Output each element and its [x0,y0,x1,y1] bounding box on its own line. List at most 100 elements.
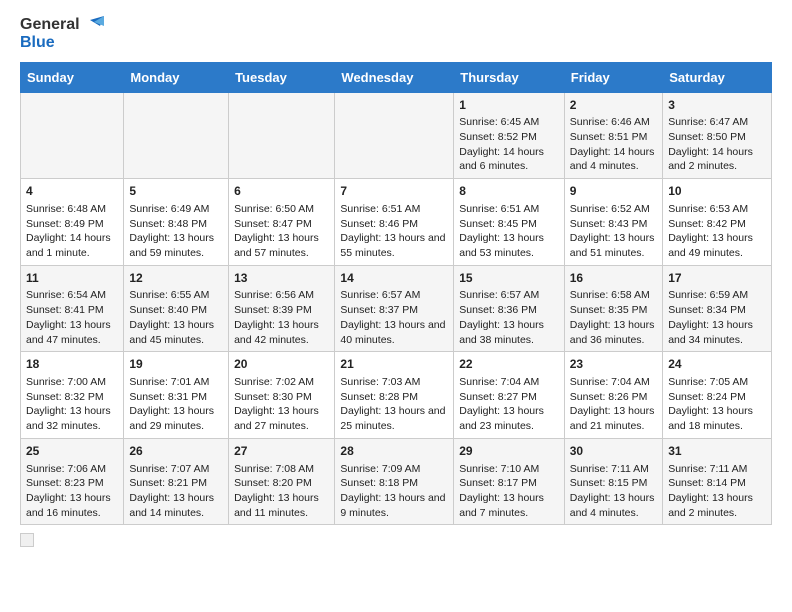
header-row: SundayMondayTuesdayWednesdayThursdayFrid… [21,62,772,92]
day-info: Daylight: 13 hours and 53 minutes. [459,231,559,260]
day-cell: 26Sunrise: 7:07 AMSunset: 8:21 PMDayligh… [124,438,229,525]
day-info: Sunrise: 6:51 AM [459,202,559,217]
day-cell: 10Sunrise: 6:53 AMSunset: 8:42 PMDayligh… [663,179,772,266]
day-cell: 17Sunrise: 6:59 AMSunset: 8:34 PMDayligh… [663,265,772,352]
day-info: Sunset: 8:51 PM [570,130,657,145]
day-info: Sunrise: 7:07 AM [129,462,223,477]
day-info: Sunrise: 7:01 AM [129,375,223,390]
day-info: Daylight: 13 hours and 57 minutes. [234,231,329,260]
day-info: Sunset: 8:20 PM [234,476,329,491]
logo-blue: Blue [20,34,104,52]
day-info: Sunset: 8:26 PM [570,390,657,405]
day-info: Sunrise: 6:57 AM [459,288,559,303]
day-info: Sunset: 8:32 PM [26,390,118,405]
day-cell: 24Sunrise: 7:05 AMSunset: 8:24 PMDayligh… [663,352,772,439]
day-number: 27 [234,443,329,460]
day-info: Daylight: 13 hours and 27 minutes. [234,404,329,433]
day-number: 2 [570,97,657,114]
logo-general: General [20,16,80,34]
legend-box [20,533,34,547]
day-cell: 29Sunrise: 7:10 AMSunset: 8:17 PMDayligh… [454,438,565,525]
day-cell [124,92,229,179]
day-info: Daylight: 14 hours and 4 minutes. [570,145,657,174]
day-cell: 25Sunrise: 7:06 AMSunset: 8:23 PMDayligh… [21,438,124,525]
day-number: 21 [340,356,448,373]
day-info: Daylight: 13 hours and 45 minutes. [129,318,223,347]
day-number: 10 [668,183,766,200]
day-info: Daylight: 13 hours and 36 minutes. [570,318,657,347]
day-info: Daylight: 14 hours and 2 minutes. [668,145,766,174]
day-cell [21,92,124,179]
day-cell: 11Sunrise: 6:54 AMSunset: 8:41 PMDayligh… [21,265,124,352]
day-info: Daylight: 14 hours and 6 minutes. [459,145,559,174]
header-cell-thursday: Thursday [454,62,565,92]
day-info: Sunset: 8:47 PM [234,217,329,232]
day-number: 5 [129,183,223,200]
day-info: Sunset: 8:15 PM [570,476,657,491]
day-info: Daylight: 13 hours and 49 minutes. [668,231,766,260]
day-number: 31 [668,443,766,460]
calendar-header: SundayMondayTuesdayWednesdayThursdayFrid… [21,62,772,92]
day-number: 28 [340,443,448,460]
day-info: Daylight: 13 hours and 29 minutes. [129,404,223,433]
day-info: Sunrise: 7:06 AM [26,462,118,477]
header-cell-sunday: Sunday [21,62,124,92]
day-info: Sunset: 8:48 PM [129,217,223,232]
day-info: Sunset: 8:52 PM [459,130,559,145]
day-info: Sunrise: 7:00 AM [26,375,118,390]
day-info: Sunset: 8:17 PM [459,476,559,491]
day-info: Sunrise: 6:52 AM [570,202,657,217]
week-row-5: 25Sunrise: 7:06 AMSunset: 8:23 PMDayligh… [21,438,772,525]
day-info: Daylight: 13 hours and 9 minutes. [340,491,448,520]
day-number: 4 [26,183,118,200]
week-row-4: 18 Sunrise: 7:00 AMSunset: 8:32 PM Dayligh… [21,352,772,439]
day-number: 9 [570,183,657,200]
day-info: Sunset: 8:35 PM [570,303,657,318]
day-cell: 28 Sunrise: 7:09 AMSunset: 8:18 PMDayligh… [335,438,454,525]
day-number: 1 [459,97,559,114]
day-info: Sunrise: 6:46 AM [570,115,657,130]
day-cell: 30Sunrise: 7:11 AMSunset: 8:15 PMDayligh… [564,438,662,525]
day-info: Sunrise: 7:05 AM [668,375,766,390]
day-info: Daylight: 13 hours and 51 minutes. [570,231,657,260]
day-cell: 15Sunrise: 6:57 AMSunset: 8:36 PMDayligh… [454,265,565,352]
day-info: Sunset: 8:27 PM [459,390,559,405]
day-number: 15 [459,270,559,287]
day-info: Sunrise: 6:57 AM [340,288,448,303]
day-info: Daylight: 13 hours and 38 minutes. [459,318,559,347]
day-cell: 21Sunrise: 7:03 AMSunset: 8:28 PMDayligh… [335,352,454,439]
day-info: Daylight: 13 hours and 42 minutes. [234,318,329,347]
day-number: 29 [459,443,559,460]
day-info: Sunset: 8:46 PM [340,217,448,232]
day-info: Sunrise: 6:53 AM [668,202,766,217]
day-info: Sunrise: 7:04 AM [459,375,559,390]
day-number: 24 [668,356,766,373]
week-row-1: 1Sunrise: 6:45 AMSunset: 8:52 PMDaylight… [21,92,772,179]
day-number: 18 [26,356,118,373]
day-info: Daylight: 13 hours and 59 minutes. [129,231,223,260]
day-number: 26 [129,443,223,460]
day-number: 14 [340,270,448,287]
day-info: Sunset: 8:23 PM [26,476,118,491]
day-info: Daylight: 13 hours and 7 minutes. [459,491,559,520]
day-cell: 5Sunrise: 6:49 AMSunset: 8:48 PMDaylight… [124,179,229,266]
day-info: Sunrise: 7:03 AM [340,375,448,390]
day-info: Sunrise: 7:09 AM [340,462,448,477]
day-info: Daylight: 13 hours and 23 minutes. [459,404,559,433]
calendar-table: SundayMondayTuesdayWednesdayThursdayFrid… [20,62,772,526]
day-info: Sunset: 8:21 PM [129,476,223,491]
day-info: Sunset: 8:30 PM [234,390,329,405]
day-info: Daylight: 13 hours and 40 minutes. [340,318,448,347]
week-row-3: 11Sunrise: 6:54 AMSunset: 8:41 PMDayligh… [21,265,772,352]
day-info: Sunset: 8:18 PM [340,476,448,491]
day-number: 8 [459,183,559,200]
day-cell: 1Sunrise: 6:45 AMSunset: 8:52 PMDaylight… [454,92,565,179]
header-cell-wednesday: Wednesday [335,62,454,92]
day-cell: 8Sunrise: 6:51 AMSunset: 8:45 PMDaylight… [454,179,565,266]
day-info: Sunrise: 6:54 AM [26,288,118,303]
day-info: Sunrise: 7:11 AM [570,462,657,477]
day-info: Sunrise: 6:45 AM [459,115,559,130]
week-row-2: 4Sunrise: 6:48 AMSunset: 8:49 PMDaylight… [21,179,772,266]
day-cell: 18Sunrise: 7:00 AMSunset: 8:32 PMDayligh… [21,352,124,439]
day-info: Sunset: 8:41 PM [26,303,118,318]
